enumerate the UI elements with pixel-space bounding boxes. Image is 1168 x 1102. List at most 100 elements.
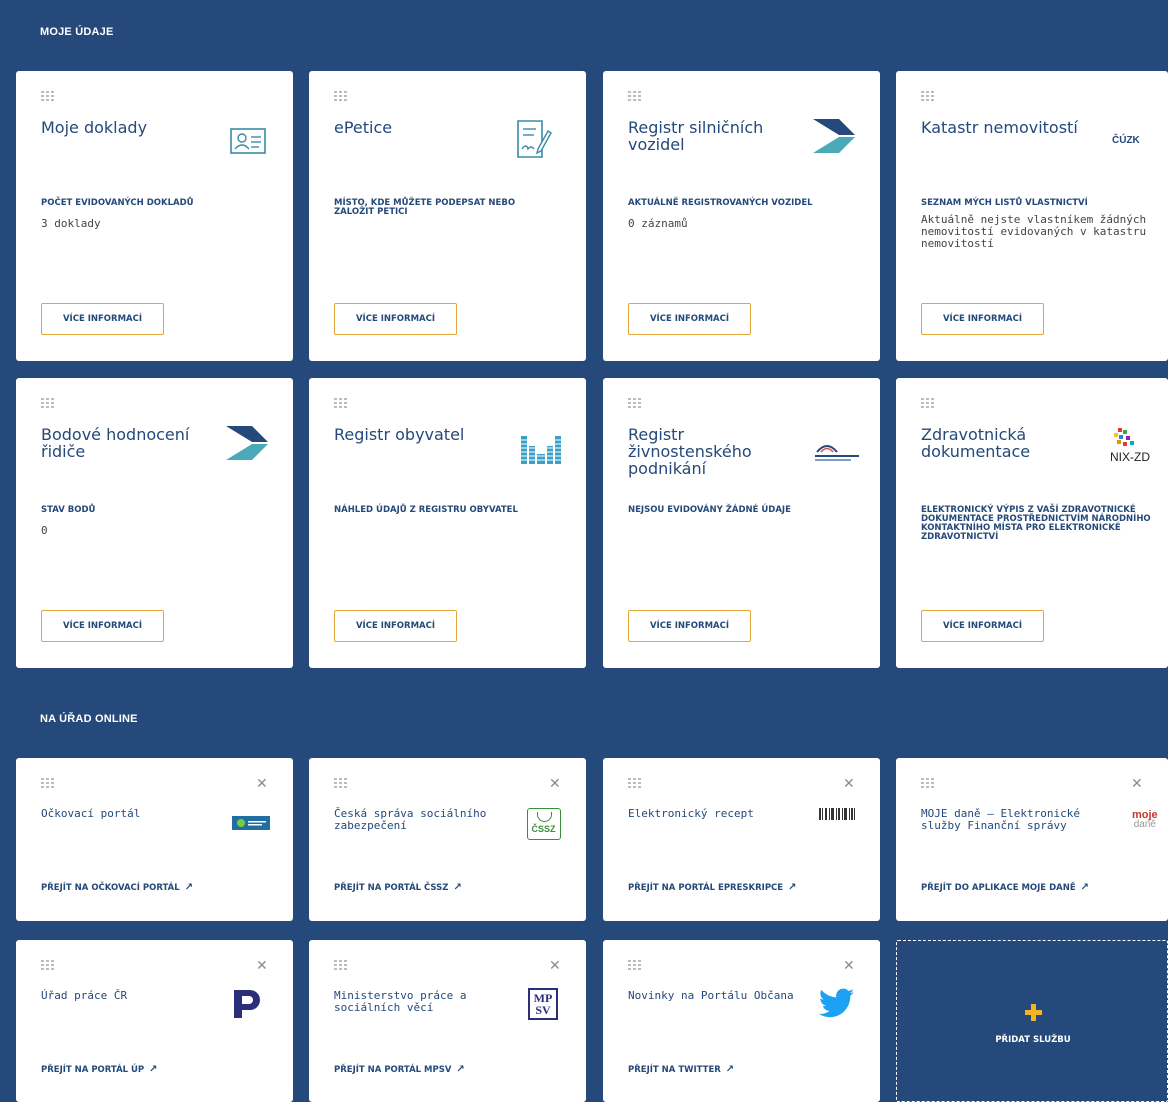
card-meta-value: 0 xyxy=(41,524,48,537)
drag-handle-icon[interactable] xyxy=(628,778,642,788)
drag-handle-icon[interactable] xyxy=(334,960,348,970)
card-meta-label: POČET EVIDOVANÝCH DOKLADŮ xyxy=(41,198,194,208)
trade-register-logo xyxy=(815,445,859,461)
vaccination-portal-logo xyxy=(232,816,270,830)
external-link-icon: ↗ xyxy=(456,1064,465,1075)
card-erecept: ✕ Elektronický recept PŘEJÍT NA PORTÁL E… xyxy=(603,758,880,921)
drag-handle-icon[interactable] xyxy=(628,960,642,970)
up-logo xyxy=(234,990,260,1018)
card-title: Moje doklady xyxy=(41,118,148,137)
mpsv-logo: MP SV xyxy=(528,988,558,1020)
card-title: Bodové hodnocení řidiče xyxy=(41,425,190,461)
more-info-button[interactable]: VÍCE INFORMACÍ xyxy=(334,610,457,642)
card-bodove-hodnoceni: Bodové hodnocení řidiče STAV BODŮ 0 VÍCE… xyxy=(16,378,293,668)
more-info-button[interactable]: VÍCE INFORMACÍ xyxy=(921,610,1044,642)
arrow-chevron-logo xyxy=(813,119,855,153)
service-link[interactable]: PŘEJÍT DO APLIKACE MOJE DANĚ ↗ xyxy=(921,882,1089,893)
card-title: Registr silničních vozidel xyxy=(628,118,764,154)
service-title: Novinky na Portálu Občana xyxy=(628,989,794,1002)
remove-service-icon[interactable]: ✕ xyxy=(1131,777,1143,791)
add-service-button[interactable]: PŘIDAT SLUŽBU xyxy=(896,940,1168,1102)
card-moje-doklady: Moje doklady POČET EVIDOVANÝCH DOKLADŮ 3… xyxy=(16,71,293,361)
external-link-icon: ↗ xyxy=(1080,882,1090,893)
card-novinky-twitter: ✕ Novinky na Portálu Občana PŘEJÍT NA TW… xyxy=(603,940,880,1102)
section-title-online: NA ÚŘAD ONLINE xyxy=(40,713,138,725)
remove-service-icon[interactable]: ✕ xyxy=(843,777,855,791)
service-link-label[interactable]: PŘEJÍT NA TWITTER xyxy=(628,1065,721,1075)
card-registr-obyvatel: Registr obyvatel NÁHLED ÚDAJŮ Z REGISTRU… xyxy=(309,378,586,668)
card-meta-label: ELEKTRONICKÝ VÝPIS Z VAŠÍ ZDRAVOTNICKÉ D… xyxy=(921,505,1151,542)
card-meta-label: NÁHLED ÚDAJŮ Z REGISTRU OBYVATEL xyxy=(334,505,518,515)
service-link[interactable]: PŘEJÍT NA PORTÁL MPSV ↗ xyxy=(334,1064,465,1075)
drag-handle-icon[interactable] xyxy=(921,778,935,788)
nix-zd-logo: NIX-ZD xyxy=(1110,450,1150,464)
drag-handle-icon[interactable] xyxy=(921,398,935,408)
more-info-button[interactable]: VÍCE INFORMACÍ xyxy=(628,610,751,642)
drag-handle-icon[interactable] xyxy=(334,778,348,788)
more-info-button[interactable]: VÍCE INFORMACÍ xyxy=(628,303,751,335)
remove-service-icon[interactable]: ✕ xyxy=(256,777,268,791)
remove-service-icon[interactable]: ✕ xyxy=(256,959,268,973)
remove-service-icon[interactable]: ✕ xyxy=(549,777,561,791)
service-title: Ministerstvo práce a sociálních věcí xyxy=(334,989,467,1014)
service-title: Elektronický recept xyxy=(628,807,754,820)
drag-handle-icon[interactable] xyxy=(41,398,55,408)
service-link[interactable]: PŘEJÍT NA OČKOVACÍ PORTÁL ↗ xyxy=(41,882,193,893)
moje-dane-logo-bottom: daně xyxy=(1133,819,1156,830)
more-info-button[interactable]: VÍCE INFORMACÍ xyxy=(334,303,457,335)
moje-dane-logo: moje daně xyxy=(1132,810,1158,830)
drag-handle-icon[interactable] xyxy=(334,398,348,408)
more-info-button[interactable]: VÍCE INFORMACÍ xyxy=(41,610,164,642)
drag-handle-icon[interactable] xyxy=(628,91,642,101)
external-link-icon: ↗ xyxy=(725,1064,735,1075)
external-link-icon: ↗ xyxy=(788,882,797,893)
drag-handle-icon[interactable] xyxy=(628,398,642,408)
service-link[interactable]: PŘEJÍT NA PORTÁL EPRESKRIPCE ↗ xyxy=(628,882,797,893)
petition-document-icon xyxy=(517,120,552,158)
card-registr-vozidel: Registr silničních vozidel AKTUÁLNĚ REGI… xyxy=(603,71,880,361)
service-link-label[interactable]: PŘEJÍT DO APLIKACE MOJE DANĚ xyxy=(921,883,1076,893)
more-info-button[interactable]: VÍCE INFORMACÍ xyxy=(41,303,164,335)
drag-handle-icon[interactable] xyxy=(921,91,935,101)
service-link-label[interactable]: PŘEJÍT NA PORTÁL EPRESKRIPCE xyxy=(628,883,783,893)
card-title: Katastr nemovitostí xyxy=(921,118,1078,137)
external-link-icon: ↗ xyxy=(149,1064,158,1075)
cuzk-logo: ČÚZK xyxy=(1112,135,1140,146)
card-zivnostensky-rejstrik: Registr živnostenského podnikání NEJSOU … xyxy=(603,378,880,668)
remove-service-icon[interactable]: ✕ xyxy=(843,959,855,973)
leaf-icon xyxy=(537,812,552,822)
service-link-label[interactable]: PŘEJÍT NA OČKOVACÍ PORTÁL xyxy=(41,883,180,893)
more-info-button[interactable]: VÍCE INFORMACÍ xyxy=(921,303,1044,335)
card-urad-prace: ✕ Úřad práce ČR PŘEJÍT NA PORTÁL ÚP ↗ xyxy=(16,940,293,1102)
id-card-icon xyxy=(230,128,266,154)
barcode-logo xyxy=(819,808,855,820)
card-ockovaci-portal: ✕ Očkovací portál PŘEJÍT NA OČKOVACÍ POR… xyxy=(16,758,293,921)
service-link-label[interactable]: PŘEJÍT NA PORTÁL ÚP xyxy=(41,1065,144,1075)
drag-handle-icon[interactable] xyxy=(41,778,55,788)
drag-handle-icon[interactable] xyxy=(334,91,348,101)
card-meta-label: AKTUÁLNĚ REGISTROVANÝCH VOZIDEL xyxy=(628,198,813,208)
twitter-bird-logo xyxy=(819,988,854,1018)
service-link-label[interactable]: PŘEJÍT NA PORTÁL ČSSZ xyxy=(334,883,448,893)
mpsv-logo-bottom: SV xyxy=(535,1003,551,1017)
service-title: MOJE daně – Elektronické služby Finanční… xyxy=(921,807,1080,832)
section-title-my-data: MOJE ÚDAJE xyxy=(40,26,114,38)
service-link-label[interactable]: PŘEJÍT NA PORTÁL MPSV xyxy=(334,1065,451,1075)
service-link[interactable]: PŘEJÍT NA PORTÁL ÚP ↗ xyxy=(41,1064,158,1075)
dotted-m-logo xyxy=(521,436,561,464)
service-link[interactable]: PŘEJÍT NA TWITTER ↗ xyxy=(628,1064,734,1075)
cssz-logo: ČSSZ xyxy=(531,824,556,834)
card-katastr: Katastr nemovitostí ČÚZK SEZNAM MÝCH LIS… xyxy=(896,71,1168,361)
remove-service-icon[interactable]: ✕ xyxy=(549,959,561,973)
service-title: Česká správa sociálního zabezpečení xyxy=(334,807,487,832)
card-meta-value: 3 doklady xyxy=(41,217,101,230)
card-meta-value: Aktuálně nejste vlastníkem žádných nemov… xyxy=(921,213,1147,250)
card-mpsv: ✕ Ministerstvo práce a sociálních věcí M… xyxy=(309,940,586,1102)
drag-handle-icon[interactable] xyxy=(41,960,55,970)
drag-handle-icon[interactable] xyxy=(41,91,55,101)
service-title: Úřad práce ČR xyxy=(41,989,128,1002)
service-link[interactable]: PŘEJÍT NA PORTÁL ČSSZ ↗ xyxy=(334,882,462,893)
arrow-chevron-logo xyxy=(226,426,268,460)
external-link-icon: ↗ xyxy=(453,882,462,893)
card-moje-dane: ✕ MOJE daně – Elektronické služby Finanč… xyxy=(896,758,1168,921)
